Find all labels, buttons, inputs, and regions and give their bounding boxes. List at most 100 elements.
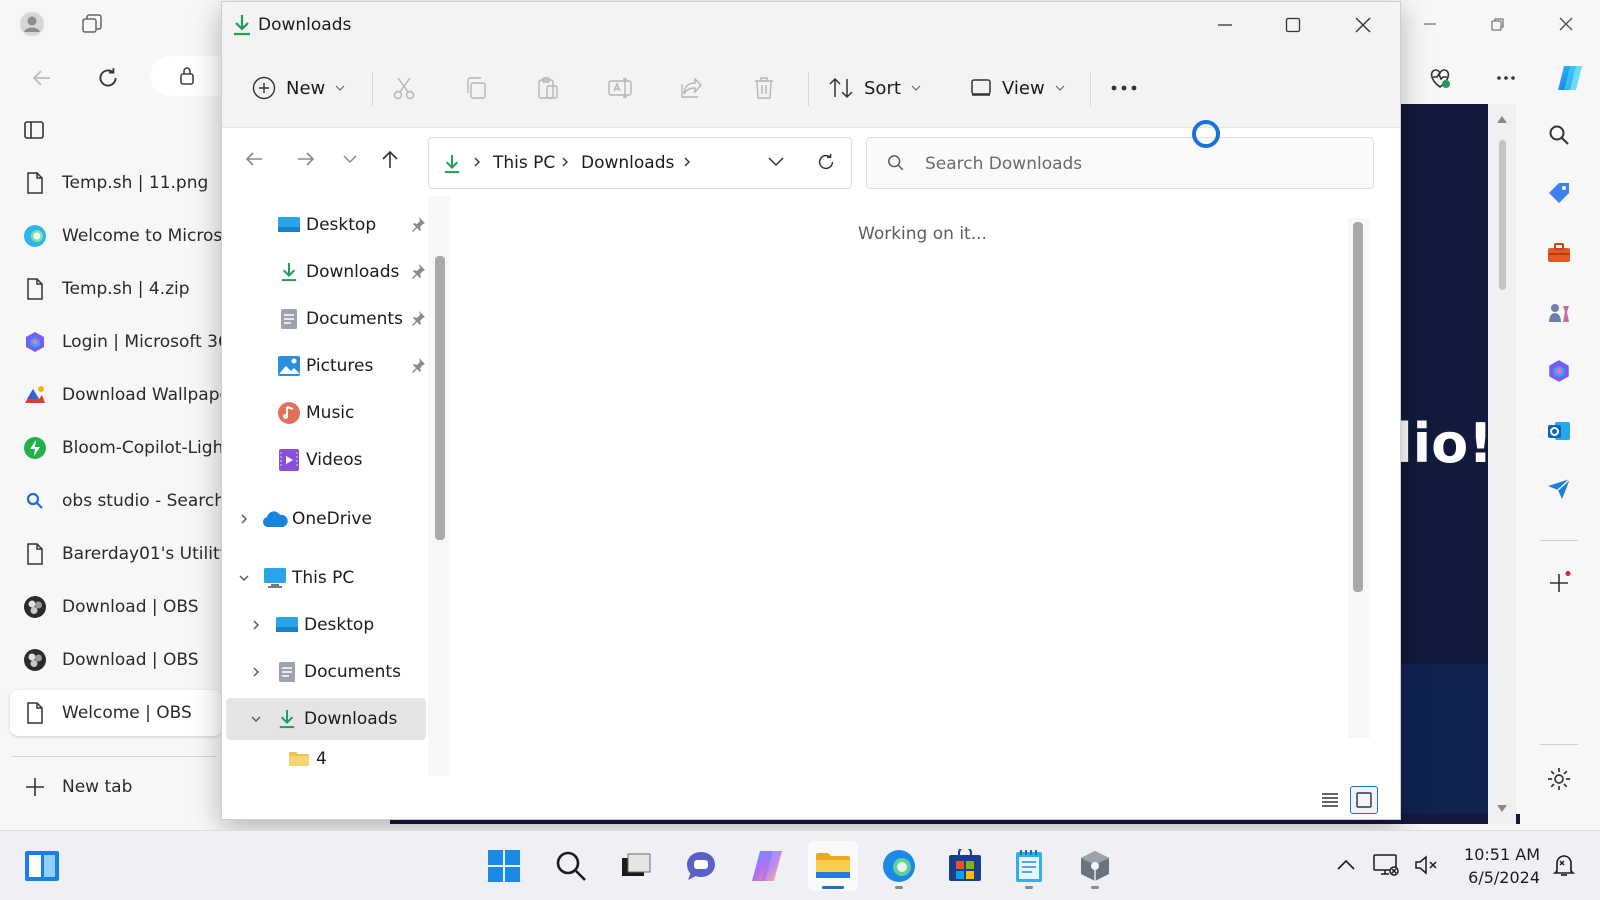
edge-button[interactable] bbox=[874, 841, 924, 891]
app-installer-button[interactable] bbox=[1070, 841, 1120, 891]
chat-app-button[interactable] bbox=[676, 841, 726, 891]
content-scroll-thumb[interactable] bbox=[1353, 222, 1363, 592]
back-button[interactable] bbox=[236, 141, 272, 177]
tab-welcome-microsoft[interactable]: Welcome to Microsoft bbox=[10, 213, 222, 259]
start-button[interactable] bbox=[479, 841, 529, 891]
outlook-icon[interactable] bbox=[1542, 414, 1576, 448]
chevron-down-icon[interactable] bbox=[232, 566, 256, 590]
m365-icon[interactable] bbox=[1542, 354, 1576, 388]
page-scrollbar[interactable] bbox=[1488, 104, 1516, 824]
search-button[interactable] bbox=[546, 841, 596, 891]
nav-quick-documents[interactable]: Documents bbox=[276, 298, 425, 340]
network-icon[interactable] bbox=[1370, 849, 1402, 881]
pin-icon[interactable] bbox=[410, 357, 426, 373]
tiles-view-button[interactable] bbox=[1350, 786, 1378, 814]
search-input[interactable] bbox=[925, 150, 1355, 178]
recent-locations-button[interactable] bbox=[332, 141, 368, 177]
sort-button[interactable]: Sort bbox=[828, 66, 921, 110]
more-options-icon[interactable] bbox=[1488, 60, 1524, 96]
tab-download-obs-2[interactable]: Download | OBS bbox=[10, 637, 222, 683]
pin-icon[interactable] bbox=[410, 310, 426, 326]
chevron-down-icon[interactable] bbox=[244, 707, 268, 731]
close-icon[interactable] bbox=[1550, 8, 1582, 40]
breadcrumb-this-pc[interactable]: This PC bbox=[493, 153, 555, 173]
page-scroll-thumb[interactable] bbox=[1499, 140, 1506, 290]
nav-pc-desktop[interactable]: Desktop bbox=[244, 604, 374, 646]
nav-quick-music[interactable]: Music bbox=[276, 392, 354, 434]
nav-pc-documents[interactable]: Documents bbox=[244, 651, 401, 693]
new-tab-button[interactable]: New tab bbox=[10, 764, 222, 810]
workspaces-icon[interactable] bbox=[76, 8, 108, 40]
up-button[interactable] bbox=[372, 141, 408, 177]
add-icon[interactable] bbox=[1542, 566, 1576, 600]
nav-quick-videos[interactable]: Videos bbox=[276, 439, 363, 481]
close-button[interactable] bbox=[1328, 2, 1398, 48]
more-options-icon[interactable] bbox=[1108, 72, 1140, 104]
pin-icon[interactable] bbox=[410, 263, 426, 279]
search-box[interactable] bbox=[866, 137, 1374, 189]
tab-barerday-utility[interactable]: Barerday01's Utility bbox=[10, 531, 222, 577]
tab-bloom-copilot[interactable]: Bloom-Copilot-Light bbox=[10, 425, 222, 471]
profile-icon[interactable] bbox=[16, 8, 48, 40]
gear-icon[interactable] bbox=[1542, 762, 1576, 796]
view-button[interactable]: View bbox=[970, 66, 1065, 110]
file-explorer-button[interactable] bbox=[808, 841, 858, 891]
nav-pc-downloads[interactable]: Downloads bbox=[244, 698, 397, 740]
share-icon[interactable] bbox=[676, 72, 708, 104]
copilot-icon[interactable] bbox=[1552, 60, 1588, 96]
breadcrumb-downloads[interactable]: Downloads bbox=[581, 153, 674, 173]
tools-icon[interactable] bbox=[1542, 236, 1576, 270]
nav-quick-pictures[interactable]: Pictures bbox=[276, 345, 425, 387]
tab-welcome-obs[interactable]: Welcome | OBS bbox=[10, 690, 222, 736]
copy-icon[interactable] bbox=[460, 72, 492, 104]
forward-button[interactable] bbox=[288, 141, 324, 177]
tab-temp-11png[interactable]: Temp.sh | 11.png bbox=[10, 160, 222, 206]
nav-quick-downloads[interactable]: Downloads bbox=[276, 251, 425, 293]
show-hidden-icons-button[interactable] bbox=[1330, 849, 1362, 881]
copilot-button[interactable] bbox=[742, 841, 792, 891]
widgets-button[interactable] bbox=[17, 841, 67, 891]
nav-folder-4[interactable]: 4 bbox=[286, 744, 327, 774]
cut-icon[interactable] bbox=[388, 72, 420, 104]
sidebar-toggle-icon[interactable] bbox=[22, 118, 46, 142]
chevron-right-icon[interactable] bbox=[232, 507, 256, 531]
notifications-icon[interactable] bbox=[1548, 849, 1580, 881]
scroll-up-icon[interactable] bbox=[1496, 114, 1508, 124]
refresh-icon[interactable] bbox=[90, 60, 126, 96]
tab-download-wallpapers[interactable]: Download Wallpapers bbox=[10, 372, 222, 418]
back-icon[interactable] bbox=[24, 60, 60, 96]
chevron-right-icon[interactable] bbox=[244, 660, 268, 684]
rename-icon[interactable] bbox=[604, 72, 636, 104]
nav-onedrive[interactable]: OneDrive bbox=[232, 498, 372, 540]
send-icon[interactable] bbox=[1542, 472, 1576, 506]
notepad-button[interactable] bbox=[1004, 841, 1054, 891]
store-button[interactable] bbox=[940, 841, 990, 891]
games-icon[interactable] bbox=[1542, 296, 1576, 330]
refresh-button[interactable] bbox=[815, 151, 837, 173]
restore-icon[interactable] bbox=[1482, 8, 1514, 40]
chevron-right-icon[interactable] bbox=[244, 613, 268, 637]
tab-obs-search[interactable]: obs studio - Search bbox=[10, 478, 222, 524]
shopping-tag-icon[interactable] bbox=[1542, 176, 1576, 210]
tab-download-obs-1[interactable]: Download | OBS bbox=[10, 584, 222, 630]
maximize-button[interactable] bbox=[1258, 2, 1328, 48]
paste-icon[interactable] bbox=[532, 72, 564, 104]
minimize-button[interactable] bbox=[1190, 2, 1260, 48]
nav-quick-desktop[interactable]: Desktop bbox=[276, 204, 425, 246]
minimize-icon[interactable] bbox=[1414, 8, 1446, 40]
tab-login-m365[interactable]: Login | Microsoft 365 bbox=[10, 319, 222, 365]
nav-scroll-thumb[interactable] bbox=[435, 256, 445, 540]
new-button[interactable]: New bbox=[252, 66, 345, 110]
address-history-dropdown[interactable] bbox=[767, 156, 785, 168]
tab-temp-4zip[interactable]: Temp.sh | 4.zip bbox=[10, 266, 222, 312]
volume-muted-icon[interactable] bbox=[1410, 849, 1442, 881]
task-view-button[interactable] bbox=[611, 841, 661, 891]
delete-icon[interactable] bbox=[748, 72, 780, 104]
pin-icon[interactable] bbox=[410, 216, 426, 232]
browser-essentials-icon[interactable] bbox=[1422, 60, 1458, 96]
nav-this-pc[interactable]: This PC bbox=[232, 557, 354, 599]
details-view-button[interactable] bbox=[1316, 786, 1344, 814]
address-bar[interactable]: This PC Downloads bbox=[428, 137, 852, 189]
clock[interactable]: 10:51 AM 6/5/2024 bbox=[1450, 843, 1540, 889]
scroll-down-icon[interactable] bbox=[1496, 804, 1508, 814]
